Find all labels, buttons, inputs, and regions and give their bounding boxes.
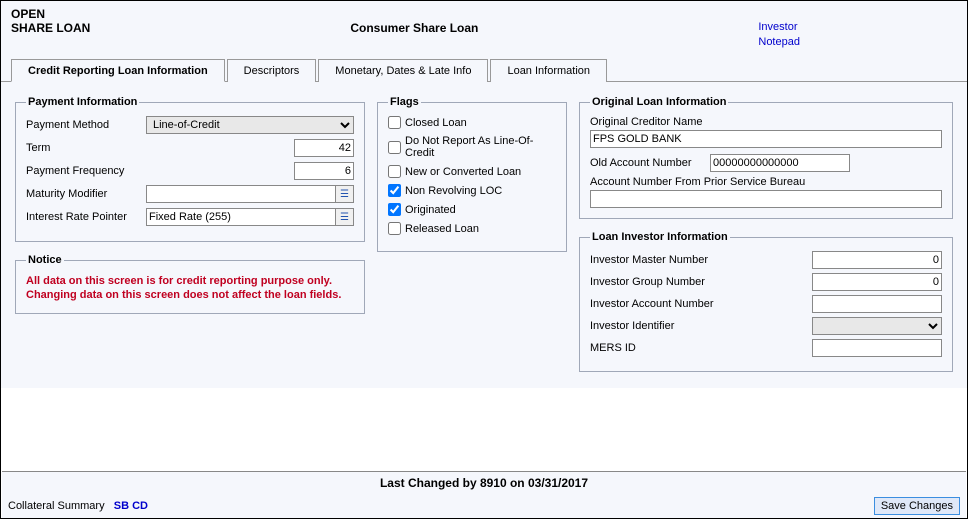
flags-legend: Flags [388, 96, 421, 108]
maturity-lookup-button[interactable]: ☰ [336, 185, 354, 203]
maturity-input[interactable] [146, 185, 336, 203]
new-converted-checkbox[interactable] [388, 165, 401, 178]
payment-info-legend: Payment Information [26, 96, 139, 108]
non-revolving-label: Non Revolving LOC [405, 185, 502, 197]
prior-bureau-input[interactable] [590, 190, 942, 208]
payment-method-label: Payment Method [26, 119, 146, 131]
investor-acct-label: Investor Account Number [590, 298, 730, 310]
save-changes-button[interactable]: Save Changes [874, 497, 960, 515]
investor-master-label: Investor Master Number [590, 254, 730, 266]
collateral-summary-label: Collateral Summary [8, 500, 105, 512]
payment-information-group: Payment Information Payment Method Line-… [15, 96, 365, 242]
maturity-label: Maturity Modifier [26, 188, 146, 200]
tab-bar: Credit Reporting Loan Information Descri… [1, 58, 967, 82]
investor-link[interactable]: Investor [758, 21, 800, 33]
rate-pointer-lookup-button[interactable]: ☰ [336, 208, 354, 226]
last-changed-bar: Last Changed by 8910 on 03/31/2017 [2, 471, 966, 494]
frequency-input[interactable] [294, 162, 354, 180]
status-label: OPEN [11, 7, 45, 21]
investor-group-label: Investor Group Number [590, 276, 730, 288]
investor-identifier-select[interactable] [812, 317, 942, 335]
creditor-label: Original Creditor Name [590, 116, 942, 128]
tab-monetary[interactable]: Monetary, Dates & Late Info [318, 59, 488, 82]
lookup-icon: ☰ [340, 212, 349, 223]
rate-pointer-input[interactable] [146, 208, 336, 226]
prior-bureau-label: Account Number From Prior Service Bureau [590, 176, 942, 188]
original-legend: Original Loan Information [590, 96, 728, 108]
new-converted-label: New or Converted Loan [405, 166, 521, 178]
released-label: Released Loan [405, 223, 479, 235]
tab-credit-reporting[interactable]: Credit Reporting Loan Information [11, 59, 225, 82]
old-acct-input[interactable] [710, 154, 850, 172]
investor-identifier-label: Investor Identifier [590, 320, 730, 332]
lookup-icon: ☰ [340, 189, 349, 200]
old-acct-label: Old Account Number [590, 157, 710, 169]
investor-group-input[interactable] [812, 273, 942, 291]
closed-loan-label: Closed Loan [405, 117, 467, 129]
do-not-report-checkbox[interactable] [388, 141, 401, 154]
tab-descriptors[interactable]: Descriptors [227, 59, 317, 82]
do-not-report-label: Do Not Report As Line-Of-Credit [405, 135, 556, 159]
term-input[interactable] [294, 139, 354, 157]
originated-label: Originated [405, 204, 456, 216]
original-loan-group: Original Loan Information Original Credi… [579, 96, 953, 219]
rate-pointer-label: Interest Rate Pointer [26, 211, 146, 223]
notepad-link[interactable]: Notepad [758, 36, 800, 48]
investor-legend: Loan Investor Information [590, 231, 730, 243]
investor-master-input[interactable] [812, 251, 942, 269]
investor-acct-input[interactable] [812, 295, 942, 313]
loan-type-label: SHARE LOAN [11, 21, 90, 35]
notice-legend: Notice [26, 254, 64, 266]
closed-loan-checkbox[interactable] [388, 116, 401, 129]
collateral-sbcd-link[interactable]: SB CD [114, 500, 148, 512]
mers-label: MERS ID [590, 342, 730, 354]
released-checkbox[interactable] [388, 222, 401, 235]
originated-checkbox[interactable] [388, 203, 401, 216]
investor-group: Loan Investor Information Investor Maste… [579, 231, 953, 372]
mers-input[interactable] [812, 339, 942, 357]
non-revolving-checkbox[interactable] [388, 184, 401, 197]
term-label: Term [26, 142, 146, 154]
payment-method-select[interactable]: Line-of-Credit [146, 116, 354, 134]
page-title: Consumer Share Loan [350, 21, 478, 35]
frequency-label: Payment Frequency [26, 165, 146, 177]
notice-group: Notice All data on this screen is for cr… [15, 254, 365, 314]
notice-text: All data on this screen is for credit re… [26, 274, 354, 303]
tab-loan-info[interactable]: Loan Information [490, 59, 607, 82]
flags-group: Flags Closed Loan Do Not Report As Line-… [377, 96, 567, 252]
creditor-input[interactable] [590, 130, 942, 148]
